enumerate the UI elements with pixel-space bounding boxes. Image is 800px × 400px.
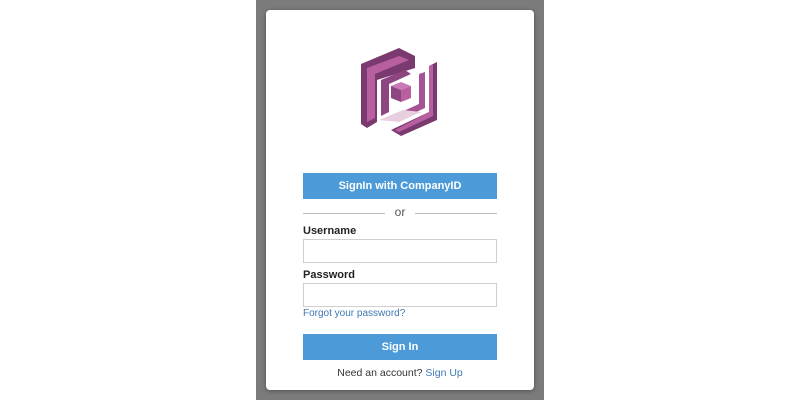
login-card: SignIn with CompanyID or Username Passwo… bbox=[266, 10, 534, 390]
signin-with-companyid-button[interactable]: SignIn with CompanyID bbox=[303, 173, 497, 199]
sign-up-link[interactable]: Sign Up bbox=[425, 367, 462, 379]
sign-in-button[interactable]: Sign In bbox=[303, 334, 497, 360]
divider-line-right bbox=[415, 213, 497, 214]
or-divider: or bbox=[303, 205, 497, 219]
username-label: Username bbox=[303, 225, 357, 237]
username-input[interactable] bbox=[303, 239, 497, 263]
or-text: or bbox=[394, 205, 406, 219]
need-account-text: Need an account? bbox=[337, 367, 423, 379]
forgot-password-link[interactable]: Forgot your password? bbox=[303, 308, 405, 319]
amazon-cognito-logo-icon bbox=[359, 46, 439, 136]
signup-prompt: Need an account? Sign Up bbox=[266, 367, 534, 379]
password-label: Password bbox=[303, 269, 355, 281]
password-input[interactable] bbox=[303, 283, 497, 307]
